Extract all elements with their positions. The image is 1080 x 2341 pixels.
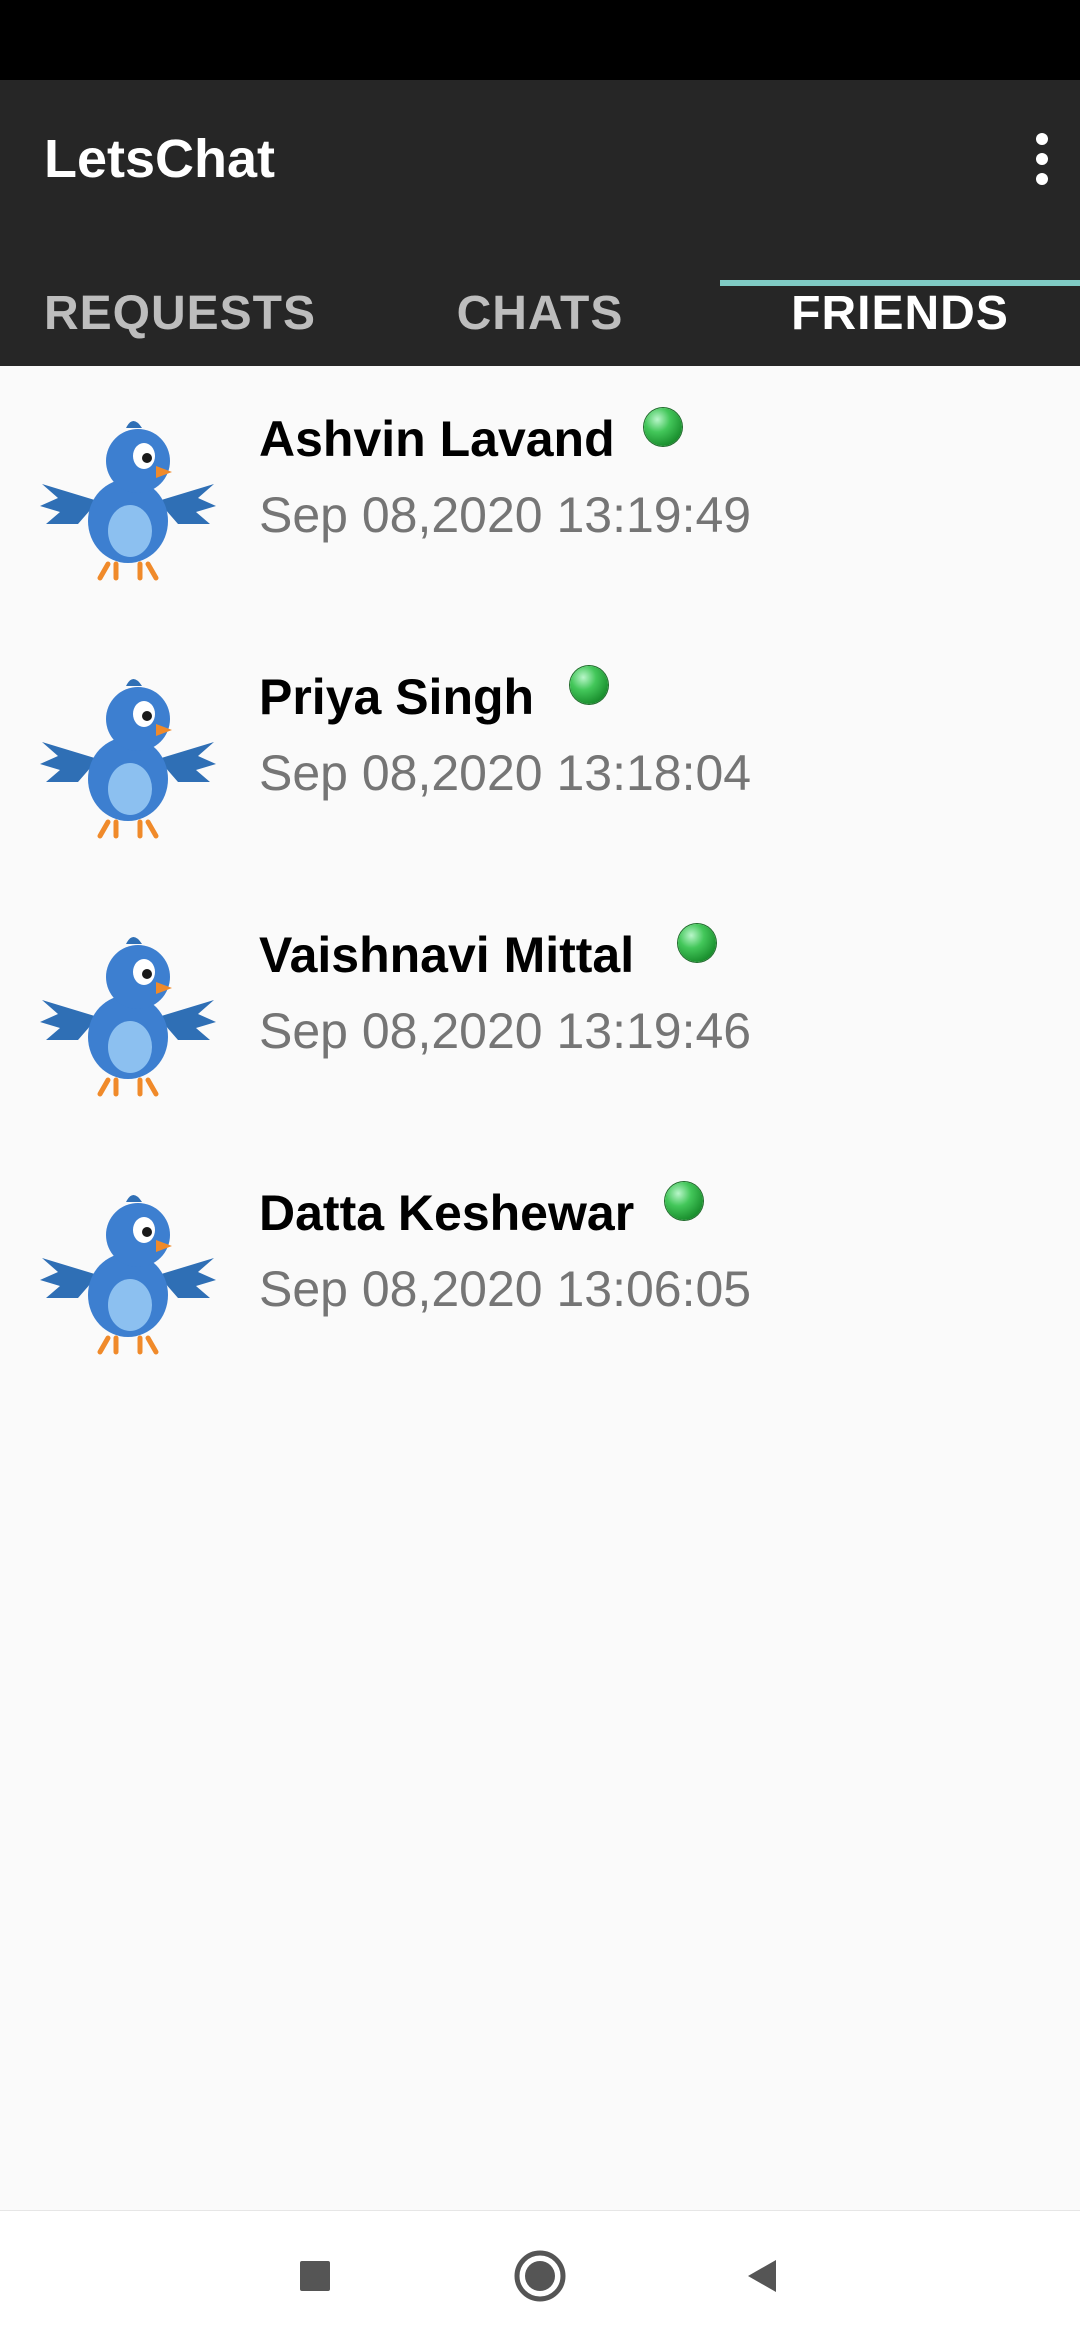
avatar: [38, 406, 218, 586]
navigation-bar: [0, 2210, 1080, 2341]
square-icon: [300, 2261, 330, 2291]
app-title: LetsChat: [44, 129, 276, 189]
bird-avatar-icon: [40, 679, 216, 839]
tab-bar: REQUESTS CHATS FRIENDS: [0, 260, 1080, 366]
tab-chats[interactable]: CHATS: [360, 260, 720, 366]
circle-icon: [514, 2250, 566, 2302]
last-seen-time: Sep 08,2020 13:18:04: [259, 745, 752, 801]
avatar: [38, 1180, 218, 1360]
friend-name: Datta Keshewar: [259, 1185, 635, 1241]
list-item[interactable]: Ashvin Lavand Sep 08,2020 13:19:49: [0, 366, 1080, 624]
friend-name: Ashvin Lavand: [259, 411, 615, 467]
friend-name: Priya Singh: [259, 669, 535, 725]
avatar: [38, 664, 218, 844]
bird-avatar-icon: [40, 937, 216, 1097]
triangle-back-icon: [748, 2260, 776, 2292]
list-item[interactable]: Datta Keshewar Sep 08,2020 13:06:05: [0, 1140, 1080, 1398]
list-item[interactable]: Vaishnavi Mittal Sep 08,2020 13:19:46: [0, 882, 1080, 1140]
tab-requests[interactable]: REQUESTS: [0, 260, 360, 366]
recents-button[interactable]: [255, 2211, 375, 2341]
tab-indicator: [720, 280, 1080, 286]
avatar: [38, 922, 218, 1102]
bird-avatar-icon: [40, 1195, 216, 1355]
last-seen-time: Sep 08,2020 13:19:46: [259, 1003, 752, 1059]
last-seen-time: Sep 08,2020 13:19:49: [259, 487, 752, 543]
bird-avatar-icon: [40, 421, 216, 581]
app-bar: LetsChat REQUESTS CHATS FRIENDS: [0, 80, 1080, 366]
back-button[interactable]: [702, 2211, 822, 2341]
online-status-icon: [570, 666, 608, 704]
online-status-icon: [678, 924, 716, 962]
online-status-icon: [665, 1182, 703, 1220]
status-bar: [0, 0, 1080, 80]
list-item[interactable]: Priya Singh Sep 08,2020 13:18:04: [0, 624, 1080, 882]
tab-friends[interactable]: FRIENDS: [720, 260, 1080, 366]
online-status-icon: [644, 408, 682, 446]
friend-list: Ashvin Lavand Sep 08,2020 13:19:49 Priya…: [0, 366, 1080, 1398]
last-seen-time: Sep 08,2020 13:06:05: [259, 1261, 752, 1317]
home-button[interactable]: [480, 2211, 600, 2341]
more-vert-icon[interactable]: [1014, 116, 1070, 202]
friend-name: Vaishnavi Mittal: [259, 927, 635, 983]
